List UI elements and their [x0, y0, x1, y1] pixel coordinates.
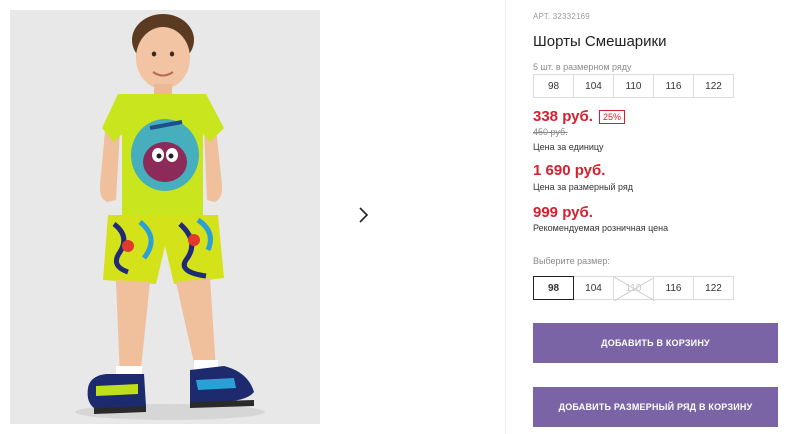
discount-badge: 25% [598, 109, 625, 124]
unit-price-row: 338 руб. 25% [533, 108, 625, 125]
chevron-right-icon [359, 207, 369, 223]
size-option-116[interactable]: 116 [653, 276, 694, 300]
rrp-label: Рекомендуемая розничная цена [533, 223, 669, 233]
pack-size-item: 116 [653, 74, 694, 98]
old-price: 450 руб. [533, 127, 568, 137]
size-option-104[interactable]: 104 [573, 276, 614, 300]
pack-size-item: 122 [693, 74, 734, 98]
size-option-110[interactable]: 110 [613, 276, 655, 301]
pack-size-item: 110 [613, 74, 654, 98]
pack-label: 5 шт. в размерном ряду [533, 62, 632, 72]
unit-price-label: Цена за единицу [533, 142, 604, 152]
rrp-price: 999 руб. [533, 204, 593, 221]
pack-size-item: 98 [533, 74, 574, 98]
product-photo[interactable] [10, 10, 320, 424]
choose-size-label: Выберите размер: [533, 256, 610, 266]
pack-size-list: 98 104 110 116 122 [533, 74, 734, 98]
pack-price-label: Цена за размерный ряд [533, 182, 634, 192]
pack-size-item: 104 [573, 74, 614, 98]
add-pack-to-cart-button[interactable]: ДОБАВИТЬ РАЗМЕРНЫЙ РЯД В КОРЗИНУ [533, 387, 778, 427]
size-option-122[interactable]: 122 [693, 276, 734, 300]
size-selector: 98 104 110 116 122 [533, 276, 734, 301]
child-model-photo [10, 10, 320, 424]
product-sku: АРТ. 32332169 [533, 12, 590, 21]
unavailable-cross-icon [614, 277, 655, 301]
product-gallery [0, 0, 505, 434]
size-option-98[interactable]: 98 [533, 276, 574, 300]
gallery-next-button[interactable] [344, 196, 382, 234]
add-to-cart-button[interactable]: ДОБАВИТЬ В КОРЗИНУ [533, 323, 778, 363]
column-divider [505, 0, 506, 434]
pack-price: 1 690 руб. [533, 162, 606, 179]
product-title: Шорты Смешарики [533, 33, 667, 50]
unit-price: 338 руб. [533, 108, 593, 125]
